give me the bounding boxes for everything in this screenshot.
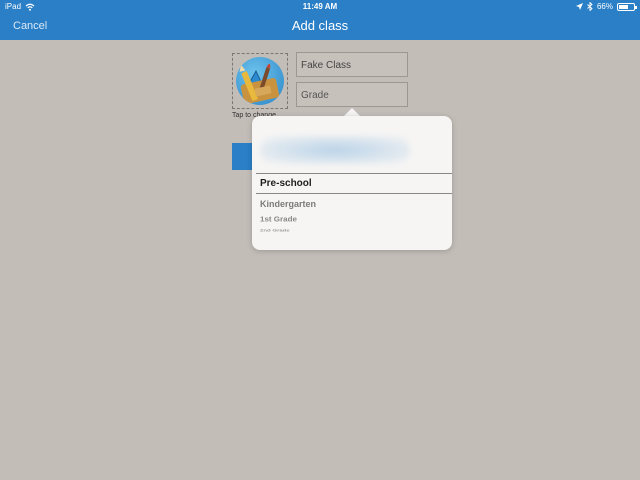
page-title: Add class [291, 18, 349, 33]
navigation-bar: Cancel Add class [0, 14, 640, 40]
status-time: 11:49 AM [302, 2, 338, 11]
picker-option-selected[interactable]: Pre-school [260, 178, 312, 189]
status-bar: iPad 11:49 AM 66% [0, 0, 640, 14]
battery-icon [617, 2, 637, 11]
battery-fill [619, 4, 629, 9]
picker-blurred-region [260, 136, 410, 164]
grade-field[interactable]: Grade [296, 82, 408, 107]
battery-percent: 66% [596, 2, 613, 11]
bluetooth-icon [587, 2, 593, 11]
picker-selection-top-line [256, 173, 452, 174]
art-supplies-icon [239, 63, 280, 104]
picker-option[interactable]: 2nd Grade [260, 229, 290, 233]
class-photo [236, 57, 284, 105]
class-name-field[interactable]: Fake Class [296, 52, 408, 77]
picker-option[interactable]: Kindergarten [260, 199, 316, 209]
picker-selection-bottom-line [256, 193, 452, 194]
class-photo-button[interactable] [232, 53, 288, 109]
picker-option[interactable]: 1st Grade [260, 215, 297, 223]
grade-picker-popover: Pre-school Kindergarten 1st Grade 2nd Gr… [252, 116, 452, 250]
location-arrow-icon [575, 3, 583, 10]
status-right: 66% [575, 2, 637, 11]
